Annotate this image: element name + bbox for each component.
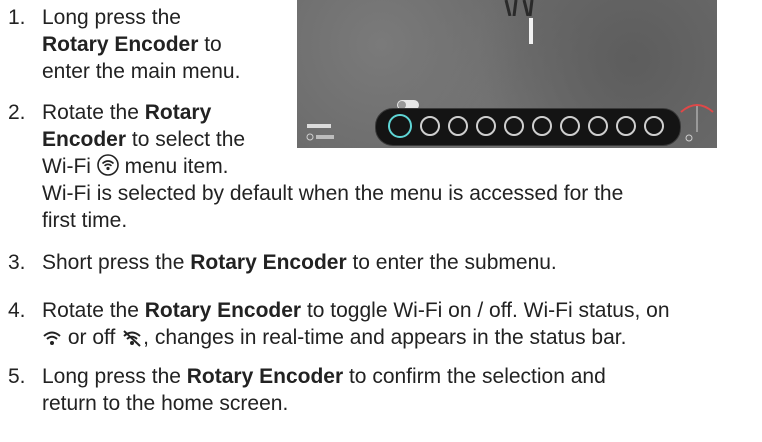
step-number: 4. — [8, 299, 26, 322]
wifi-on-icon — [43, 331, 61, 345]
step-note: Wi-Fi is selected by default when the me… — [42, 182, 624, 205]
reticle-mark — [529, 18, 533, 44]
rotary-encoder-label: Encoder — [42, 128, 127, 151]
step-3: 3. Short press the Rotary Encoder to ent… — [8, 251, 557, 274]
step-5: 5. Long press the Rotary Encoder to conf… — [8, 363, 748, 417]
step-number: 1. — [8, 6, 26, 29]
step-text-line: enter the main menu. — [42, 60, 241, 83]
rotary-encoder-label: Rotary Encoder — [144, 299, 302, 322]
step-2: 2. Rotate the Rotary Encoder to select t… — [8, 99, 748, 239]
step-4: 4. Rotate the Rotary Encoder to toggle W… — [8, 299, 670, 349]
wifi-menu-icon — [97, 154, 119, 176]
rotary-encoder-label: Rotary Encoder — [42, 33, 199, 56]
step-text-line: return to the home screen. — [42, 392, 289, 415]
step-number: 5. — [8, 365, 26, 388]
wifi-off-icon — [123, 330, 141, 347]
step-1: 1. Long press the Rotary Encoder to ente… — [8, 6, 241, 83]
step-number: 3. — [8, 251, 26, 274]
rotary-encoder-label: Rotary — [144, 101, 212, 124]
animal-silhouette — [504, 0, 534, 16]
rotary-encoder-label: Rotary Encoder — [186, 365, 344, 388]
step-text-line: Long press the — [42, 6, 181, 29]
step-note: first time. — [42, 209, 128, 232]
step-number: 2. — [8, 101, 26, 124]
rotary-encoder-label: Rotary Encoder — [190, 251, 347, 274]
